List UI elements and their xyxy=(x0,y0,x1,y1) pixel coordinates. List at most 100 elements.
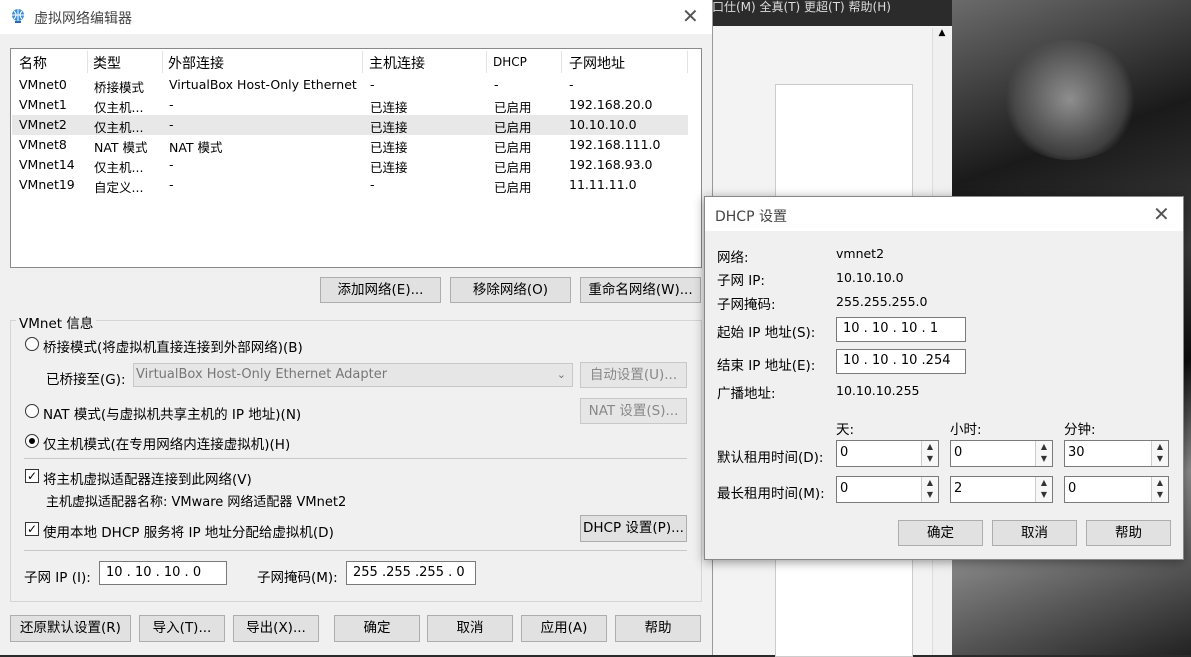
end-ip-input[interactable]: 10 . 10 . 10 .254 xyxy=(836,349,966,374)
connect-adapter-label[interactable]: 将主机虚拟适配器连接到此网络(V) xyxy=(43,468,252,488)
column-divider[interactable] xyxy=(162,51,163,73)
rename-network-button[interactable]: 重命名网络(W)... xyxy=(580,277,701,303)
chevron-down-icon: ⌄ xyxy=(556,368,566,381)
column-header-host[interactable]: 主机连接 xyxy=(369,53,425,73)
table-row[interactable]: VMnet1 仅主机... - 已连接 已启用 192.168.20.0 xyxy=(12,95,688,115)
bridge-mode-label[interactable]: 桥接模式(将虚拟机直接连接到外部网络)(B) xyxy=(43,336,303,356)
nat-mode-label[interactable]: NAT 模式(与虚拟机共享主机的 IP 地址)(N) xyxy=(43,403,301,423)
subnet-mask-input[interactable]: 255 .255 .255 . 0 xyxy=(346,561,476,585)
stepper-arrows-icon[interactable]: ▲ ▼ xyxy=(921,477,938,502)
default-lease-minutes-stepper[interactable]: 30 ▲ ▼ xyxy=(1064,440,1169,467)
scroll-up-icon[interactable]: ▲ xyxy=(933,28,951,38)
nat-mode-radio[interactable] xyxy=(25,404,39,418)
column-divider[interactable] xyxy=(561,51,562,73)
remove-network-button[interactable]: 移除网络(O) xyxy=(450,277,571,303)
table-row[interactable]: VMnet0 桥接模式 VirtualBox Host-Only Ethernet … xyxy=(12,75,688,95)
background-artwork-highlight xyxy=(1000,40,1140,160)
table-row[interactable]: VMnet14 仅主机... - 已连接 已启用 192.168.93.0 xyxy=(12,155,688,175)
auto-settings-button[interactable]: 自动设置(U)... xyxy=(580,362,687,388)
table-cell: 已启用 xyxy=(494,100,532,115)
default-lease-label: 默认租用时间(D): xyxy=(717,450,824,466)
cancel-button[interactable]: 取消 xyxy=(427,615,513,642)
column-header-type[interactable]: 类型 xyxy=(93,53,121,73)
restore-defaults-button[interactable]: 还原默认设置(R) xyxy=(10,615,131,642)
dhcp-settings-button[interactable]: DHCP 设置(P)... xyxy=(580,515,687,542)
max-lease-hours-stepper[interactable]: 2 ▲ ▼ xyxy=(950,476,1053,503)
virtual-network-editor-window: 虚拟网络编辑器 ✕ 名称 类型 外部连接 主机连接 DHCP 子网地址 VMne… xyxy=(0,0,713,655)
subnet-ip-input[interactable]: 10 . 10 . 10 . 0 xyxy=(99,561,227,585)
table-row[interactable]: VMnet2 仅主机... - 已连接 已启用 10.10.10.0 xyxy=(12,115,688,135)
hour-header: 小时: xyxy=(950,422,982,438)
import-button[interactable]: 导入(T)... xyxy=(139,615,225,642)
max-lease-days-stepper[interactable]: 0 ▲ ▼ xyxy=(836,476,939,503)
dhcp-service-checkbox[interactable]: ✓ xyxy=(25,522,39,536)
minute-header: 分钟: xyxy=(1064,422,1096,438)
table-cell: 已连接 xyxy=(370,140,408,155)
add-network-button[interactable]: 添加网络(E)... xyxy=(320,277,441,303)
subnet-ip-label: 子网 IP (I): xyxy=(24,570,91,586)
table-cell: VMnet1 xyxy=(19,97,67,112)
dhcp-help-button[interactable]: 帮助 xyxy=(1086,520,1171,546)
table-cell: VMnet0 xyxy=(19,77,67,92)
column-header-dhcp[interactable]: DHCP xyxy=(493,55,527,75)
table-cell: 10.10.10.0 xyxy=(569,117,637,132)
column-divider[interactable] xyxy=(87,51,88,73)
stepper-arrows-icon[interactable]: ▲ ▼ xyxy=(1035,441,1052,466)
broadcast-label: 广播地址: xyxy=(717,386,776,402)
table-cell: - xyxy=(169,177,174,192)
column-header-name[interactable]: 名称 xyxy=(19,53,47,73)
table-cell: - xyxy=(494,77,499,92)
default-lease-hours-stepper[interactable]: 0 ▲ ▼ xyxy=(950,440,1053,467)
day-header: 天: xyxy=(836,422,855,438)
stepper-arrows-icon[interactable]: ▲ ▼ xyxy=(921,441,938,466)
table-row[interactable]: VMnet19 自定义... - - 已启用 11.11.11.0 xyxy=(12,175,688,195)
table-row[interactable]: VMnet8 NAT 模式 NAT 模式 已连接 已启用 192.168.111.0 xyxy=(12,135,688,155)
stepper-arrows-icon[interactable]: ▲ ▼ xyxy=(1151,441,1168,466)
table-cell: VMnet14 xyxy=(19,157,75,172)
connect-adapter-checkbox[interactable]: ✓ xyxy=(25,469,39,483)
start-ip-input[interactable]: 10 . 10 . 10 . 1 xyxy=(836,317,966,342)
dhcp-service-label[interactable]: 使用本地 DHCP 服务将 IP 地址分配给虚拟机(D) xyxy=(43,521,334,541)
bridged-to-select[interactable]: VirtualBox Host-Only Ethernet Adapter ⌄ xyxy=(133,363,573,387)
stepper-value: 30 xyxy=(1068,445,1085,460)
table-cell: - xyxy=(169,117,174,132)
column-header-external[interactable]: 外部连接 xyxy=(168,53,224,73)
table-cell: - xyxy=(370,177,375,192)
dhcp-network-label: 网络: xyxy=(717,250,749,266)
table-cell: 桥接模式 xyxy=(94,80,145,95)
table-cell: - xyxy=(169,157,174,172)
max-lease-minutes-stepper[interactable]: 0 ▲ ▼ xyxy=(1064,476,1169,503)
close-icon[interactable]: ✕ xyxy=(1153,202,1170,226)
close-icon[interactable]: ✕ xyxy=(682,4,699,28)
host-only-mode-radio[interactable] xyxy=(25,434,39,448)
separator xyxy=(24,458,687,459)
table-cell: 已连接 xyxy=(370,160,408,175)
column-divider[interactable] xyxy=(362,51,363,73)
column-divider[interactable] xyxy=(687,51,688,73)
stepper-arrows-icon[interactable]: ▲ ▼ xyxy=(1151,477,1168,502)
dhcp-cancel-button[interactable]: 取消 xyxy=(992,520,1077,546)
max-lease-label: 最长租用时间(M): xyxy=(717,486,825,502)
help-button[interactable]: 帮助 xyxy=(615,615,701,642)
export-button[interactable]: 导出(X)... xyxy=(233,615,319,642)
table-cell: - xyxy=(370,77,375,92)
network-table[interactable]: 名称 类型 外部连接 主机连接 DHCP 子网地址 VMnet0 桥接模式 Virt… xyxy=(10,48,702,268)
vmnet-info-label: VMnet 信息 xyxy=(16,312,97,332)
bridged-to-value: VirtualBox Host-Only Ethernet Adapter xyxy=(136,367,388,382)
table-cell: VMnet2 xyxy=(19,117,67,132)
dhcp-ok-button[interactable]: 确定 xyxy=(898,520,983,546)
ok-button[interactable]: 确定 xyxy=(334,615,420,642)
table-cell: 已启用 xyxy=(494,180,532,195)
column-divider[interactable] xyxy=(486,51,487,73)
bridge-mode-radio[interactable] xyxy=(25,337,39,351)
host-only-mode-label[interactable]: 仅主机模式(在专用网络内连接虚拟机)(H) xyxy=(43,433,290,453)
default-lease-days-stepper[interactable]: 0 ▲ ▼ xyxy=(836,440,939,467)
column-header-subnet[interactable]: 子网地址 xyxy=(569,53,625,73)
table-cell: VMnet8 xyxy=(19,137,67,152)
nat-settings-button[interactable]: NAT 设置(S)... xyxy=(580,398,687,424)
stepper-arrows-icon[interactable]: ▲ ▼ xyxy=(1035,477,1052,502)
apply-button[interactable]: 应用(A) xyxy=(521,615,607,642)
table-cell: 已启用 xyxy=(494,140,532,155)
end-ip-label: 结束 IP 地址(E): xyxy=(717,358,816,374)
table-cell: 11.11.11.0 xyxy=(569,177,637,192)
